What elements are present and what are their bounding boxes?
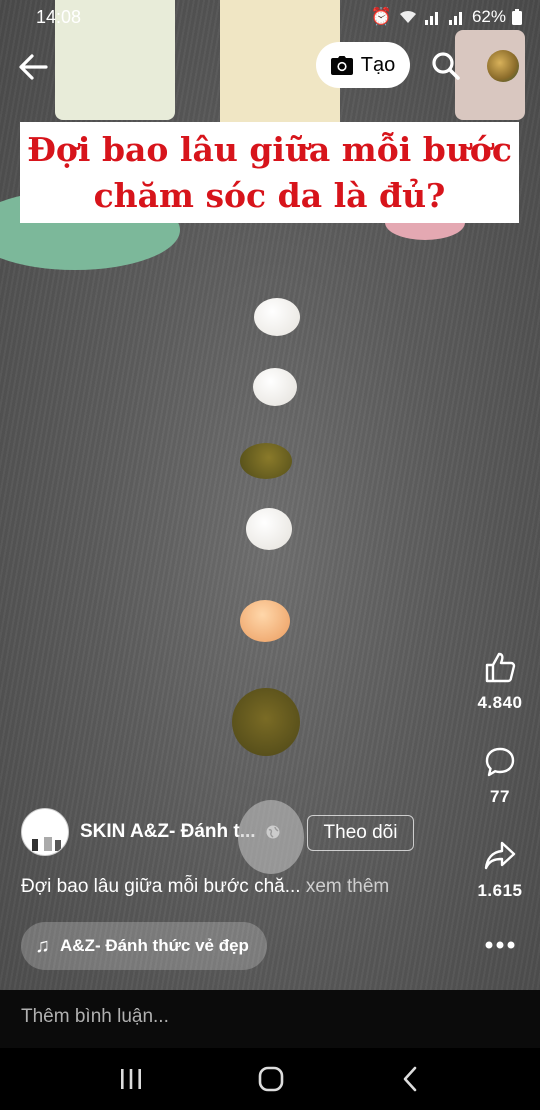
product-drop-3 — [240, 443, 292, 479]
like-action[interactable]: 4.840 — [460, 650, 540, 713]
product-drop-5 — [240, 600, 290, 642]
product-drop-4 — [246, 508, 292, 550]
see-more-link[interactable]: xem thêm — [306, 876, 389, 897]
nav-back-icon[interactable] — [396, 1066, 426, 1092]
caption-line-2: chăm sóc da là đủ? — [93, 175, 446, 215]
alarm-icon: ⏰ — [370, 7, 392, 26]
avatar-product-2 — [44, 837, 52, 851]
comment-icon — [485, 747, 515, 777]
home-icon[interactable] — [256, 1066, 286, 1092]
share-action[interactable]: 1.615 — [460, 840, 540, 901]
status-bar: 14:08 ⏰ 62% — [0, 0, 540, 34]
comment-count: 77 — [490, 787, 510, 806]
share-icon — [484, 841, 516, 870]
like-icon — [485, 652, 516, 683]
signal-icon-2 — [448, 12, 462, 25]
signal-icon — [424, 12, 438, 25]
follow-button[interactable]: Theo dõi — [307, 815, 414, 851]
like-count: 4.840 — [477, 693, 523, 712]
search-icon[interactable] — [430, 50, 462, 82]
create-button-label: Tạo — [360, 53, 396, 76]
floating-bubble[interactable] — [238, 800, 304, 874]
video-caption-box: Đợi bao lâu giữa mỗi bước chăm sóc da là… — [20, 122, 519, 223]
profile-avatar[interactable] — [487, 50, 519, 82]
avatar-product-3 — [55, 840, 61, 851]
page-avatar[interactable] — [21, 808, 69, 856]
avatar-product-1 — [32, 839, 38, 851]
share-count: 1.615 — [477, 881, 523, 900]
comment-input[interactable]: Thêm bình luận... — [21, 1006, 169, 1028]
description-text: Đợi bao lâu giữa mỗi bước chă... — [21, 876, 301, 897]
follow-button-label: Theo dõi — [323, 822, 398, 843]
post-description[interactable]: Đợi bao lâu giữa mỗi bước chă... xem thê… — [21, 876, 389, 898]
camera-icon — [330, 55, 353, 75]
product-drop-2 — [253, 368, 297, 406]
more-icon[interactable] — [484, 940, 516, 950]
music-note-icon: ♫ — [35, 934, 50, 957]
comment-bar: Thêm bình luận... — [0, 990, 540, 1048]
status-time: 14:08 — [36, 6, 82, 27]
music-pill[interactable]: ♫ A&Z- Đánh thức vẻ đẹp — [21, 922, 267, 970]
battery-percent: 62% — [471, 7, 506, 26]
wifi-icon — [399, 10, 416, 23]
product-drop-6 — [232, 688, 300, 756]
comment-action[interactable]: 77 — [460, 746, 540, 807]
music-text: A&Z- Đánh thức vẻ đẹp — [60, 936, 249, 955]
system-nav-bar — [0, 1048, 540, 1110]
caption-line-1: Đợi bao lâu giữa mỗi bước — [27, 129, 512, 169]
back-arrow-icon[interactable] — [16, 50, 50, 84]
page-name[interactable]: SKIN A&Z- Đánh t... — [80, 821, 256, 843]
status-icons: ⏰ 62% — [371, 7, 522, 27]
product-drop-1 — [254, 298, 300, 336]
recents-icon[interactable] — [116, 1066, 146, 1092]
top-bar: Tạo — [0, 40, 540, 92]
battery-icon — [512, 9, 522, 25]
create-button[interactable]: Tạo — [316, 42, 410, 88]
